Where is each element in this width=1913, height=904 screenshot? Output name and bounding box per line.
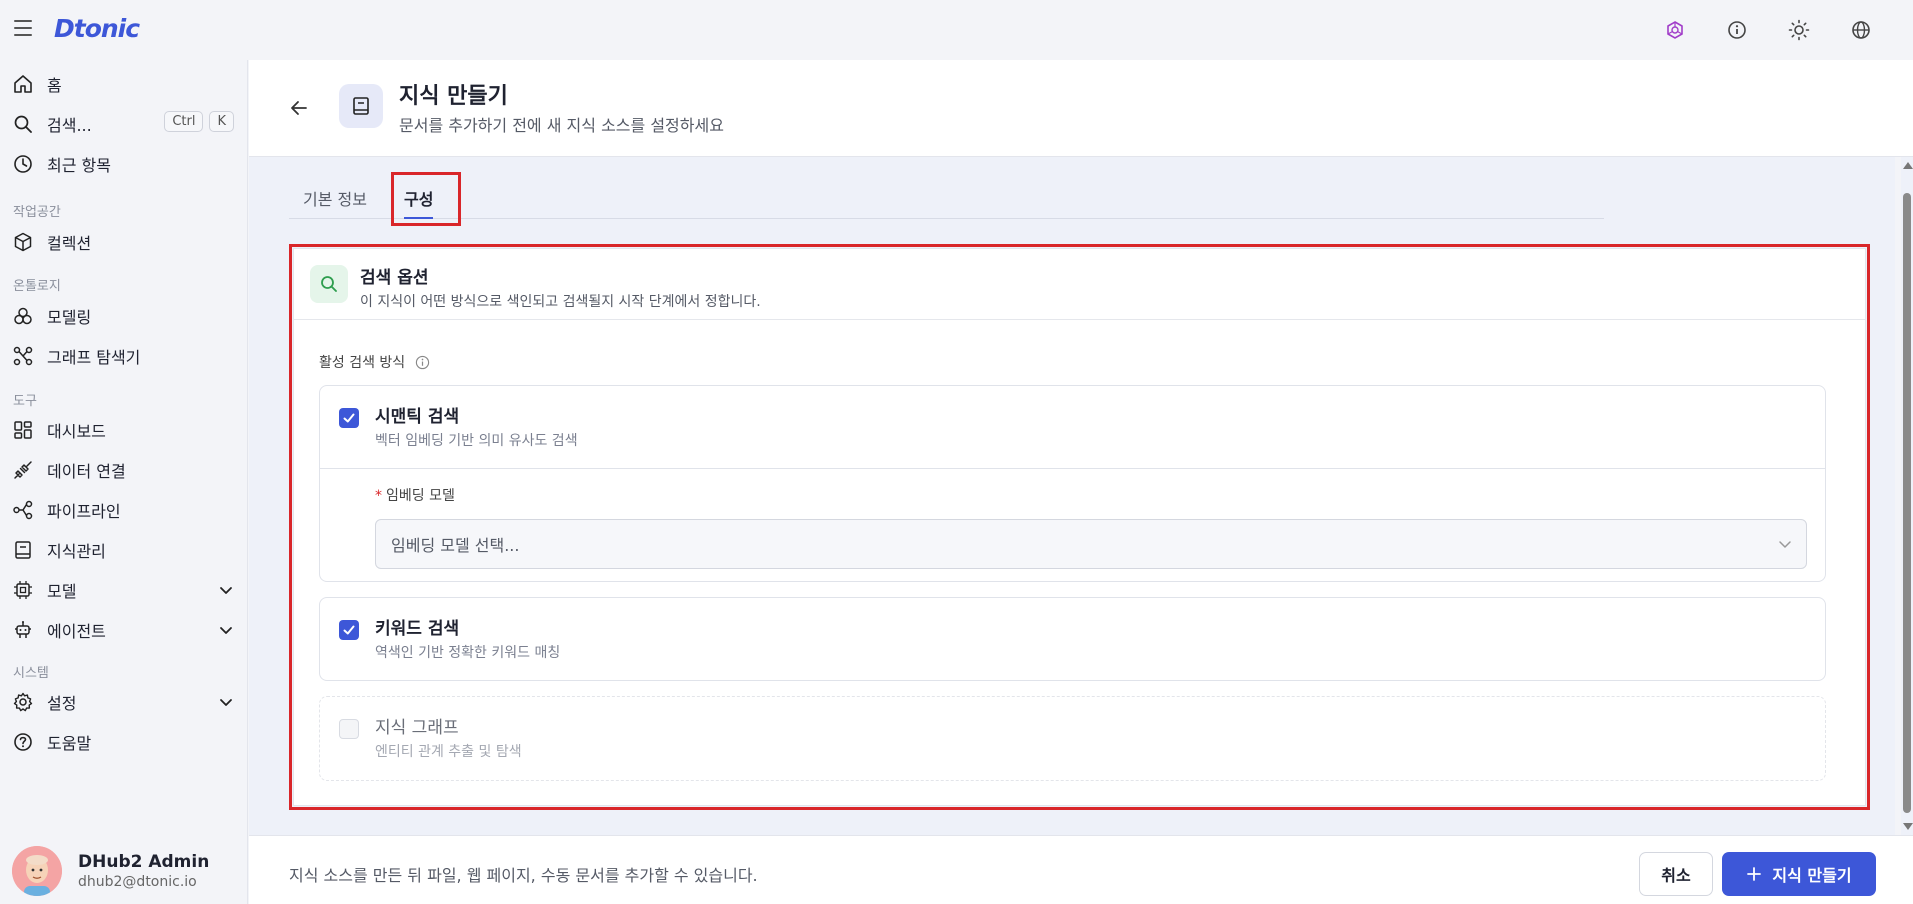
sidebar-item-help[interactable]: 도움말 [12, 726, 238, 758]
sidebar-item-label: 그래프 탐색기 [47, 348, 141, 367]
cube-icon [14, 232, 32, 252]
scroll-thumb[interactable] [1903, 193, 1911, 813]
clock-icon [14, 155, 32, 173]
section-label-ontology: 온톨로지 [13, 279, 61, 294]
content-area: 기본 정보 구성 검색 옵션 이 지식이 어떤 방식으로 색인되고 검색될지 시… [249, 157, 1895, 835]
back-button[interactable] [287, 96, 311, 120]
section-label-tools: 도구 [13, 394, 37, 409]
user-email: dhub2@dtonic.io [78, 874, 197, 890]
sidebar-item-settings[interactable]: 설정 [12, 686, 238, 718]
search-icon [14, 115, 32, 133]
kbd-ctrl: Ctrl [164, 111, 204, 132]
book-icon [15, 541, 31, 559]
robot-icon [15, 621, 31, 638]
ontology-icon[interactable] [1661, 16, 1689, 44]
globe-icon[interactable] [1847, 16, 1875, 44]
help-icon [14, 733, 32, 751]
section-label-system: 시스템 [13, 666, 49, 681]
sidebar: 홈 검색... Ctrl K 최근 항목 작업공간 컬렉션 온톨로지 모델링 그… [0, 60, 248, 904]
arrow-left-icon [291, 101, 307, 115]
sidebar-item-pipeline[interactable]: 파이프라인 [12, 494, 238, 526]
menu-icon[interactable] [14, 20, 32, 36]
sidebar-item-modeling[interactable]: 모델링 [12, 300, 238, 332]
page-subtitle: 문서를 추가하기 전에 새 지식 소스를 설정하세요 [399, 116, 724, 135]
sidebar-item-label: 도움말 [47, 734, 92, 753]
dashboard-icon [14, 421, 32, 439]
highlight-box-tab [391, 172, 461, 226]
graph-icon [13, 346, 33, 366]
sidebar-item-label: 설정 [47, 694, 77, 713]
sidebar-item-collection[interactable]: 컬렉션 [12, 226, 238, 258]
sidebar-item-recent[interactable]: 최근 항목 [12, 148, 238, 180]
sidebar-item-label: 데이터 연결 [47, 462, 126, 481]
page-title: 지식 만들기 [399, 84, 508, 109]
plus-icon [1747, 867, 1762, 881]
scroll-up-arrow[interactable] [1903, 162, 1913, 169]
sidebar-item-graph-explorer[interactable]: 그래프 탐색기 [12, 340, 238, 372]
sidebar-item-label: 홈 [47, 76, 62, 95]
gear-icon [13, 692, 33, 712]
sidebar-item-label: 컬렉션 [47, 234, 92, 253]
scrollbar[interactable] [1901, 157, 1913, 835]
top-bar: Dtonic [0, 0, 1913, 60]
tab-basic-info[interactable]: 기본 정보 [303, 177, 367, 219]
home-icon [14, 75, 32, 93]
kbd-k: K [209, 111, 234, 132]
user-name: DHub2 Admin [78, 852, 210, 872]
chevron-down-icon[interactable] [216, 620, 236, 640]
sidebar-item-data-connection[interactable]: 데이터 연결 [12, 454, 238, 486]
cancel-button[interactable]: 취소 [1639, 852, 1713, 896]
create-knowledge-label: 지식 만들기 [1772, 866, 1852, 885]
footer-bar: 지식 소스를 만든 뒤 파일, 웹 페이지, 수동 문서를 추가할 수 있습니다… [249, 835, 1913, 904]
sidebar-item-home[interactable]: 홈 [12, 68, 238, 100]
sidebar-item-knowledge[interactable]: 지식관리 [12, 534, 238, 566]
sidebar-item-label: 모델링 [47, 308, 92, 327]
sidebar-item-label: 에이전트 [47, 622, 106, 641]
sidebar-item-label: 파이프라인 [47, 502, 121, 521]
avatar[interactable] [12, 846, 62, 896]
pipeline-icon [13, 500, 33, 520]
shortcut-hint: Ctrl K [164, 111, 234, 132]
info-icon[interactable] [1723, 16, 1751, 44]
sidebar-item-agent[interactable]: 에이전트 [12, 614, 238, 646]
scroll-down-arrow[interactable] [1903, 823, 1913, 830]
highlight-box-card [289, 244, 1870, 810]
chevron-down-icon[interactable] [216, 580, 236, 600]
modeling-icon [14, 307, 32, 325]
page-header: 지식 만들기 문서를 추가하기 전에 새 지식 소스를 설정하세요 [249, 60, 1913, 157]
sidebar-item-label: 검색... [47, 116, 92, 135]
sidebar-item-search[interactable]: 검색... Ctrl K [12, 108, 238, 140]
sidebar-item-label: 모델 [47, 582, 77, 601]
sidebar-item-model[interactable]: 모델 [12, 574, 238, 606]
sidebar-item-label: 대시보드 [47, 422, 106, 441]
plug-icon [14, 461, 32, 479]
footer-hint: 지식 소스를 만든 뒤 파일, 웹 페이지, 수동 문서를 추가할 수 있습니다… [289, 866, 758, 885]
sidebar-item-label: 지식관리 [47, 542, 106, 561]
tab-bar: 기본 정보 구성 [289, 177, 1604, 219]
chip-icon [14, 581, 32, 599]
app-logo[interactable]: Dtonic [54, 14, 140, 43]
sidebar-item-dashboard[interactable]: 대시보드 [12, 414, 238, 446]
create-knowledge-button[interactable]: 지식 만들기 [1722, 852, 1876, 896]
chevron-down-icon[interactable] [216, 692, 236, 712]
sun-icon[interactable] [1785, 16, 1813, 44]
sidebar-item-label: 최근 항목 [47, 156, 111, 175]
section-label-workspace: 작업공간 [13, 205, 61, 220]
book-icon [339, 84, 383, 128]
user-profile[interactable]: DHub2 Admin dhub2@dtonic.io [12, 846, 242, 896]
